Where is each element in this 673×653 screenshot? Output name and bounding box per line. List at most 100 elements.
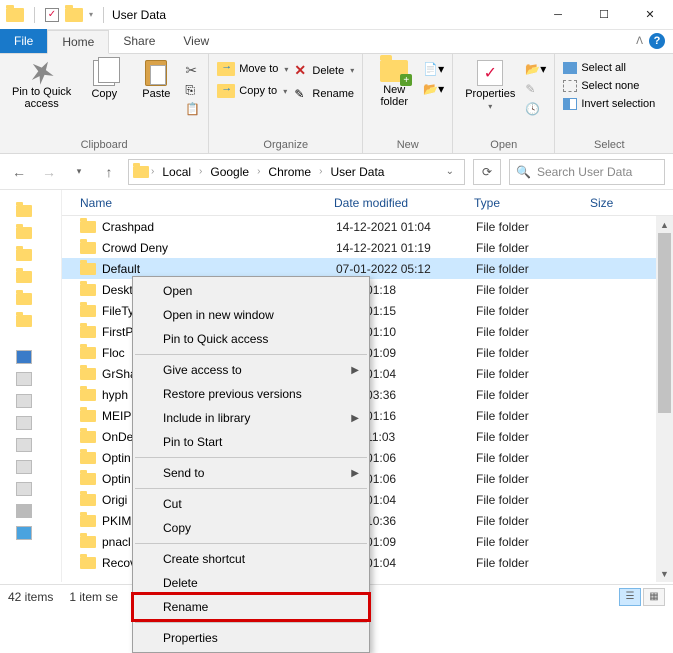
- breadcrumb-google[interactable]: Google: [204, 163, 255, 181]
- rename-button[interactable]: ✎ Rename: [294, 87, 354, 101]
- breadcrumb-chrome[interactable]: Chrome: [262, 163, 317, 181]
- folder-icon: [80, 494, 96, 506]
- close-button[interactable]: ✕: [627, 0, 673, 30]
- table-row[interactable]: Crowd Deny14-12-2021 01:19File folder: [62, 237, 673, 258]
- help-icon[interactable]: ?: [649, 33, 665, 49]
- qat-customize-icon[interactable]: ▾: [89, 10, 93, 19]
- ctx-create-shortcut[interactable]: Create shortcut: [133, 547, 369, 571]
- cut-icon[interactable]: ✂: [185, 62, 200, 79]
- address-bar[interactable]: › Local› Google› Chrome› User Data ⌄: [128, 159, 465, 185]
- qat-properties-icon[interactable]: ✓: [45, 8, 59, 22]
- ctx-pin-to-start[interactable]: Pin to Start: [133, 430, 369, 454]
- search-input[interactable]: [537, 165, 673, 179]
- nav-folder-icon[interactable]: [16, 315, 32, 327]
- refresh-button[interactable]: ⟳: [473, 159, 501, 185]
- scroll-thumb[interactable]: [658, 233, 671, 413]
- pin-to-quick-access-button[interactable]: Pin to Quick access: [8, 58, 75, 112]
- column-type[interactable]: Type: [474, 196, 590, 210]
- delete-button[interactable]: ✕ Delete▾: [294, 62, 354, 79]
- column-name[interactable]: Name: [80, 196, 334, 210]
- collapse-ribbon-icon[interactable]: ᐱ: [636, 36, 643, 47]
- scroll-up-icon[interactable]: ▲: [656, 216, 673, 233]
- select-all-button[interactable]: Select all: [563, 62, 655, 74]
- nav-item-icon[interactable]: [16, 460, 32, 474]
- column-date[interactable]: Date modified: [334, 196, 474, 210]
- nav-item-icon[interactable]: [16, 438, 32, 452]
- file-type: File folder: [476, 346, 592, 360]
- breadcrumb-userdata[interactable]: User Data: [324, 163, 390, 181]
- minimize-button[interactable]: ─: [535, 0, 581, 30]
- copy-button[interactable]: Copy: [81, 58, 127, 102]
- maximize-button[interactable]: ☐: [581, 0, 627, 30]
- paste-button[interactable]: Paste: [133, 58, 179, 102]
- icons-view-button[interactable]: ▦: [643, 588, 665, 606]
- ctx-open[interactable]: Open: [133, 279, 369, 303]
- edit-icon[interactable]: ✎: [525, 82, 546, 96]
- forward-button[interactable]: →: [38, 161, 60, 183]
- ctx-restore-previous[interactable]: Restore previous versions: [133, 382, 369, 406]
- paste-shortcut-icon[interactable]: 📋: [185, 102, 200, 116]
- easy-access-icon[interactable]: 📂▾: [423, 82, 444, 96]
- column-size[interactable]: Size: [590, 196, 650, 210]
- copy-path-icon[interactable]: ⎘: [185, 83, 200, 98]
- recent-locations-button[interactable]: ▾: [68, 161, 90, 183]
- group-open-label: Open: [461, 137, 546, 151]
- properties-button[interactable]: ✓ Properties▾: [461, 58, 519, 114]
- nav-item-icon[interactable]: [16, 526, 32, 540]
- file-type: File folder: [476, 514, 592, 528]
- select-none-icon: [563, 80, 577, 92]
- file-name: Default: [102, 262, 336, 276]
- vertical-scrollbar[interactable]: ▲ ▼: [656, 216, 673, 582]
- folder-icon: [80, 473, 96, 485]
- nav-item-icon[interactable]: [16, 482, 32, 496]
- search-box[interactable]: 🔍: [509, 159, 665, 185]
- navigation-pane[interactable]: [0, 190, 62, 582]
- new-folder-button[interactable]: + New folder: [371, 58, 417, 110]
- ctx-rename[interactable]: Rename: [133, 595, 369, 619]
- scroll-down-icon[interactable]: ▼: [656, 565, 673, 582]
- ctx-include-in-library[interactable]: Include in library▶: [133, 406, 369, 430]
- ctx-copy[interactable]: Copy: [133, 516, 369, 540]
- tab-share[interactable]: Share: [109, 29, 169, 53]
- move-to-button[interactable]: Move to▾: [217, 62, 288, 76]
- tab-view[interactable]: View: [169, 29, 223, 53]
- invert-selection-icon: [563, 98, 577, 110]
- back-button[interactable]: ←: [8, 161, 30, 183]
- history-icon[interactable]: 🕓: [525, 102, 546, 116]
- ctx-cut[interactable]: Cut: [133, 492, 369, 516]
- folder-icon: [80, 536, 96, 548]
- ctx-send-to[interactable]: Send to▶: [133, 461, 369, 485]
- nav-folder-icon[interactable]: [16, 271, 32, 283]
- ctx-give-access-to[interactable]: Give access to▶: [133, 358, 369, 382]
- open-icon[interactable]: 📂▾: [525, 62, 546, 76]
- folder-icon: [80, 389, 96, 401]
- address-dropdown-icon[interactable]: ⌄: [440, 166, 460, 177]
- nav-item-icon[interactable]: [16, 394, 32, 408]
- nav-folder-icon[interactable]: [16, 293, 32, 305]
- new-item-icon[interactable]: 📄▾: [423, 62, 444, 76]
- ctx-delete[interactable]: Delete: [133, 571, 369, 595]
- up-button[interactable]: ↑: [98, 161, 120, 183]
- ctx-pin-quick-access[interactable]: Pin to Quick access: [133, 327, 369, 351]
- nav-thispc-icon[interactable]: [16, 350, 32, 364]
- nav-item-icon[interactable]: [16, 416, 32, 430]
- nav-folder-icon[interactable]: [16, 227, 32, 239]
- tab-home[interactable]: Home: [47, 30, 109, 54]
- file-type: File folder: [476, 430, 592, 444]
- nav-folder-icon[interactable]: [16, 205, 32, 217]
- ctx-properties[interactable]: Properties: [133, 626, 369, 650]
- table-row[interactable]: Crashpad14-12-2021 01:04File folder: [62, 216, 673, 237]
- details-view-button[interactable]: ☰: [619, 588, 641, 606]
- copy-icon: [93, 60, 115, 86]
- nav-item-icon[interactable]: [16, 372, 32, 386]
- invert-selection-button[interactable]: Invert selection: [563, 98, 655, 110]
- nav-folder-icon[interactable]: [16, 249, 32, 261]
- properties-icon: ✓: [477, 60, 503, 86]
- tab-file[interactable]: File: [0, 29, 47, 53]
- nav-drive-icon[interactable]: [16, 504, 32, 518]
- select-none-button[interactable]: Select none: [563, 80, 655, 92]
- ctx-open-new-window[interactable]: Open in new window: [133, 303, 369, 327]
- qat-newfolder-icon[interactable]: [65, 8, 83, 22]
- copy-to-button[interactable]: Copy to▾: [217, 84, 288, 98]
- breadcrumb-local[interactable]: Local: [156, 163, 197, 181]
